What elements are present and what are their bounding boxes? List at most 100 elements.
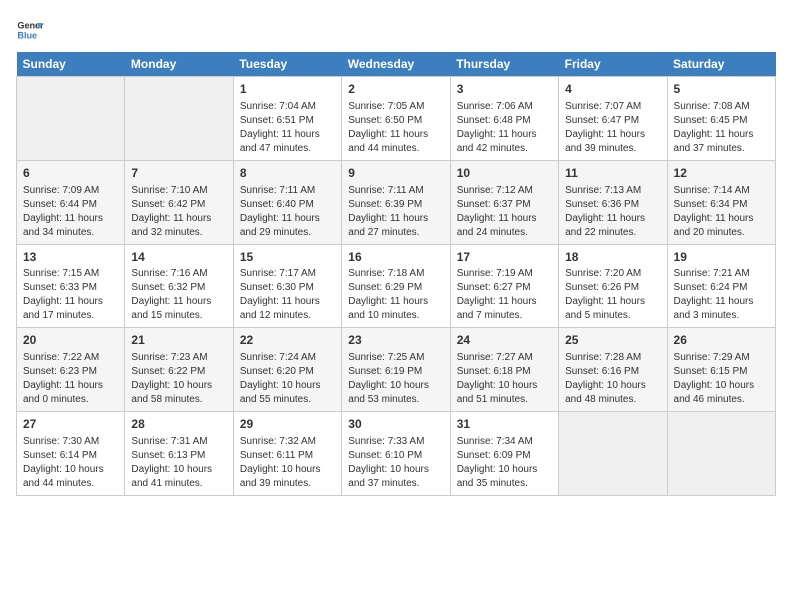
day-info: Sunrise: 7:14 AMSunset: 6:34 PMDaylight:…	[674, 184, 769, 240]
day-number: 21	[131, 332, 226, 349]
day-info: Sunrise: 7:30 AMSunset: 6:14 PMDaylight:…	[23, 435, 118, 491]
day-info: Sunrise: 7:24 AMSunset: 6:20 PMDaylight:…	[240, 351, 335, 407]
day-number: 13	[23, 249, 118, 266]
calendar-cell: 28Sunrise: 7:31 AMSunset: 6:13 PMDayligh…	[125, 412, 233, 496]
day-info: Sunrise: 7:11 AMSunset: 6:40 PMDaylight:…	[240, 184, 335, 240]
day-info: Sunrise: 7:05 AMSunset: 6:50 PMDaylight:…	[348, 100, 443, 156]
calendar-week-4: 20Sunrise: 7:22 AMSunset: 6:23 PMDayligh…	[17, 328, 776, 412]
day-info: Sunrise: 7:27 AMSunset: 6:18 PMDaylight:…	[457, 351, 552, 407]
calendar-cell: 11 Sunrise: 7:13 AMSunset: 6:36 PMDayligh…	[559, 160, 667, 244]
calendar-cell: 7 Sunrise: 7:10 AMSunset: 6:42 PMDaylight…	[125, 160, 233, 244]
day-number: 23	[348, 332, 443, 349]
calendar-cell: 5 Sunrise: 7:08 AMSunset: 6:45 PMDaylight…	[667, 77, 775, 161]
calendar-week-1: 1 Sunrise: 7:04 AMSunset: 6:51 PMDaylight…	[17, 77, 776, 161]
col-header-friday: Friday	[559, 52, 667, 77]
day-number: 26	[674, 332, 769, 349]
day-number: 27	[23, 416, 118, 433]
day-info: Sunrise: 7:29 AMSunset: 6:15 PMDaylight:…	[674, 351, 769, 407]
calendar-cell: 30 Sunrise: 7:33 AMSunset: 6:10 PMDayligh…	[342, 412, 450, 496]
day-number: 2	[348, 81, 443, 98]
day-info: Sunrise: 7:18 AMSunset: 6:29 PMDaylight:…	[348, 267, 443, 323]
col-header-thursday: Thursday	[450, 52, 558, 77]
calendar-cell	[667, 412, 775, 496]
day-number: 31	[457, 416, 552, 433]
day-info: Sunrise: 7:32 AMSunset: 6:11 PMDaylight:…	[240, 435, 335, 491]
calendar-cell: 8 Sunrise: 7:11 AMSunset: 6:40 PMDaylight…	[233, 160, 341, 244]
day-info: Sunrise: 7:16 AMSunset: 6:32 PMDaylight:…	[131, 267, 226, 323]
day-number: 11	[565, 165, 660, 182]
day-info: Sunrise: 7:17 AMSunset: 6:30 PMDaylight:…	[240, 267, 335, 323]
day-number: 16	[348, 249, 443, 266]
col-header-tuesday: Tuesday	[233, 52, 341, 77]
logo-icon: General Blue	[16, 16, 44, 44]
calendar-cell: 22Sunrise: 7:24 AMSunset: 6:20 PMDayligh…	[233, 328, 341, 412]
calendar-cell: 12 Sunrise: 7:14 AMSunset: 6:34 PMDayligh…	[667, 160, 775, 244]
day-number: 7	[131, 165, 226, 182]
calendar-week-2: 6Sunrise: 7:09 AMSunset: 6:44 PMDaylight…	[17, 160, 776, 244]
day-info: Sunrise: 7:33 AMSunset: 6:10 PMDaylight:…	[348, 435, 443, 491]
day-number: 3	[457, 81, 552, 98]
day-number: 29	[240, 416, 335, 433]
calendar-cell: 13Sunrise: 7:15 AMSunset: 6:33 PMDayligh…	[17, 244, 125, 328]
calendar-cell: 10 Sunrise: 7:12 AMSunset: 6:37 PMDayligh…	[450, 160, 558, 244]
day-info: Sunrise: 7:31 AMSunset: 6:13 PMDaylight:…	[131, 435, 226, 491]
calendar-cell: 21 Sunrise: 7:23 AMSunset: 6:22 PMDayligh…	[125, 328, 233, 412]
day-info: Sunrise: 7:23 AMSunset: 6:22 PMDaylight:…	[131, 351, 226, 407]
calendar-week-5: 27 Sunrise: 7:30 AMSunset: 6:14 PMDayligh…	[17, 412, 776, 496]
day-number: 18	[565, 249, 660, 266]
page-header: General Blue	[16, 16, 776, 44]
col-header-monday: Monday	[125, 52, 233, 77]
calendar-cell: 17Sunrise: 7:19 AMSunset: 6:27 PMDayligh…	[450, 244, 558, 328]
svg-text:Blue: Blue	[17, 30, 37, 40]
day-number: 8	[240, 165, 335, 182]
col-header-sunday: Sunday	[17, 52, 125, 77]
day-number: 1	[240, 81, 335, 98]
day-info: Sunrise: 7:07 AMSunset: 6:47 PMDaylight:…	[565, 100, 660, 156]
day-number: 24	[457, 332, 552, 349]
day-info: Sunrise: 7:06 AMSunset: 6:48 PMDaylight:…	[457, 100, 552, 156]
day-info: Sunrise: 7:15 AMSunset: 6:33 PMDaylight:…	[23, 267, 118, 323]
day-number: 14	[131, 249, 226, 266]
day-info: Sunrise: 7:34 AMSunset: 6:09 PMDaylight:…	[457, 435, 552, 491]
day-info: Sunrise: 7:25 AMSunset: 6:19 PMDaylight:…	[348, 351, 443, 407]
calendar-cell: 2 Sunrise: 7:05 AMSunset: 6:50 PMDaylight…	[342, 77, 450, 161]
day-info: Sunrise: 7:11 AMSunset: 6:39 PMDaylight:…	[348, 184, 443, 240]
day-info: Sunrise: 7:08 AMSunset: 6:45 PMDaylight:…	[674, 100, 769, 156]
day-number: 12	[674, 165, 769, 182]
day-number: 10	[457, 165, 552, 182]
day-info: Sunrise: 7:20 AMSunset: 6:26 PMDaylight:…	[565, 267, 660, 323]
day-info: Sunrise: 7:10 AMSunset: 6:42 PMDaylight:…	[131, 184, 226, 240]
col-header-wednesday: Wednesday	[342, 52, 450, 77]
day-number: 15	[240, 249, 335, 266]
day-number: 30	[348, 416, 443, 433]
calendar-cell: 4Sunrise: 7:07 AMSunset: 6:47 PMDaylight…	[559, 77, 667, 161]
day-info: Sunrise: 7:28 AMSunset: 6:16 PMDaylight:…	[565, 351, 660, 407]
day-info: Sunrise: 7:13 AMSunset: 6:36 PMDaylight:…	[565, 184, 660, 240]
day-info: Sunrise: 7:19 AMSunset: 6:27 PMDaylight:…	[457, 267, 552, 323]
calendar-cell: 20Sunrise: 7:22 AMSunset: 6:23 PMDayligh…	[17, 328, 125, 412]
day-number: 25	[565, 332, 660, 349]
calendar-week-3: 13Sunrise: 7:15 AMSunset: 6:33 PMDayligh…	[17, 244, 776, 328]
calendar-cell: 25 Sunrise: 7:28 AMSunset: 6:16 PMDayligh…	[559, 328, 667, 412]
day-info: Sunrise: 7:22 AMSunset: 6:23 PMDaylight:…	[23, 351, 118, 407]
calendar-cell: 9 Sunrise: 7:11 AMSunset: 6:39 PMDaylight…	[342, 160, 450, 244]
day-number: 17	[457, 249, 552, 266]
calendar-cell: 29 Sunrise: 7:32 AMSunset: 6:11 PMDayligh…	[233, 412, 341, 496]
calendar-cell: 24 Sunrise: 7:27 AMSunset: 6:18 PMDayligh…	[450, 328, 558, 412]
day-info: Sunrise: 7:12 AMSunset: 6:37 PMDaylight:…	[457, 184, 552, 240]
day-number: 9	[348, 165, 443, 182]
calendar-cell: 26 Sunrise: 7:29 AMSunset: 6:15 PMDayligh…	[667, 328, 775, 412]
calendar-cell: 6Sunrise: 7:09 AMSunset: 6:44 PMDaylight…	[17, 160, 125, 244]
day-info: Sunrise: 7:04 AMSunset: 6:51 PMDaylight:…	[240, 100, 335, 156]
calendar-cell: 18Sunrise: 7:20 AMSunset: 6:26 PMDayligh…	[559, 244, 667, 328]
day-number: 5	[674, 81, 769, 98]
day-number: 19	[674, 249, 769, 266]
calendar-cell: 1 Sunrise: 7:04 AMSunset: 6:51 PMDaylight…	[233, 77, 341, 161]
col-header-saturday: Saturday	[667, 52, 775, 77]
logo: General Blue	[16, 16, 48, 44]
calendar-cell	[125, 77, 233, 161]
calendar-cell	[17, 77, 125, 161]
calendar-cell: 14Sunrise: 7:16 AMSunset: 6:32 PMDayligh…	[125, 244, 233, 328]
calendar-cell: 16Sunrise: 7:18 AMSunset: 6:29 PMDayligh…	[342, 244, 450, 328]
calendar-cell	[559, 412, 667, 496]
